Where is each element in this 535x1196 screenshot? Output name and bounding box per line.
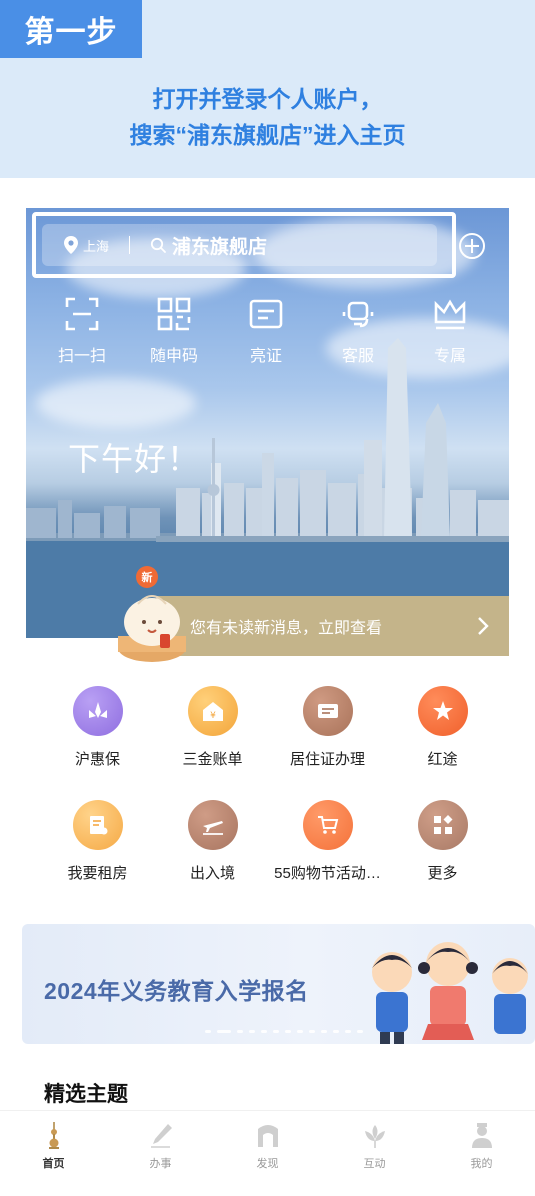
page-dot	[357, 1030, 363, 1033]
tab-home[interactable]: 首页	[0, 1111, 107, 1196]
quick-action-exclusive[interactable]: 专属	[404, 296, 496, 366]
rent-house-icon	[72, 800, 123, 850]
page-dot	[309, 1030, 315, 1033]
pen-icon	[150, 1124, 172, 1148]
page-dot	[261, 1030, 267, 1033]
plane-icon	[187, 800, 238, 850]
instruction-header: 第一步 打开并登录个人账户， 搜索“浦东旗舰店”进入主页	[0, 0, 535, 178]
quick-action-label: 亮证	[249, 348, 282, 365]
tab-label: 互动	[363, 1158, 386, 1170]
page-dot	[345, 1030, 351, 1033]
qr-code-icon	[157, 297, 191, 331]
tab-label: 首页	[42, 1158, 65, 1170]
page-dot	[285, 1030, 291, 1033]
lotus-icon	[72, 686, 123, 736]
service-grid-row-1: 沪惠保 ¥ 三金账单 居住证办理 红途	[40, 686, 500, 769]
enrollment-banner[interactable]: 2024年义务教育入学报名	[22, 924, 535, 1044]
home-tower-icon	[48, 1122, 59, 1149]
tab-label: 我的	[470, 1158, 493, 1170]
notification-bar[interactable]: 您有未读新消息，立即查看	[156, 596, 509, 656]
cart-icon	[302, 800, 353, 850]
service-label: 红途	[427, 751, 458, 768]
search-query-text[interactable]: 浦东旗舰店	[172, 232, 267, 259]
quick-action-scan[interactable]: 扫一扫	[36, 296, 128, 366]
page-dot	[249, 1030, 255, 1033]
gate-icon	[257, 1125, 278, 1147]
quick-action-service[interactable]: 客服	[312, 296, 404, 366]
crown-icon	[434, 299, 466, 330]
tab-mine[interactable]: 我的	[428, 1111, 535, 1196]
quick-action-label: 随申码	[149, 348, 198, 365]
step-label: 第一步	[0, 0, 142, 58]
id-card-icon	[249, 299, 283, 329]
banner-pagination	[205, 1030, 363, 1033]
quick-action-id[interactable]: 亮证	[220, 296, 312, 366]
instruction-line-1: 打开并登录个人账户，	[152, 86, 383, 112]
quick-action-label: 扫一扫	[57, 348, 106, 365]
search-bar[interactable]: 上海 浦东旗舰店	[42, 224, 437, 266]
page-dot	[205, 1030, 211, 1033]
service-hongtu[interactable]: 红途	[385, 686, 500, 769]
page-dot	[273, 1030, 279, 1033]
tab-services[interactable]: 办事	[107, 1111, 214, 1196]
page-dot	[237, 1030, 243, 1033]
search-divider	[129, 236, 131, 254]
greeting-text: 下午好！	[68, 441, 201, 477]
person-icon	[471, 1123, 492, 1148]
quick-action-label: 专属	[433, 348, 466, 365]
chevron-right-icon	[478, 617, 489, 635]
svg-text:¥: ¥	[210, 711, 216, 721]
service-55-shopping[interactable]: 55购物节活动…	[270, 800, 385, 883]
page-dot	[297, 1030, 303, 1033]
page-dot	[333, 1030, 339, 1033]
tab-label: 办事	[149, 1158, 172, 1170]
service-sanjin-bill[interactable]: ¥ 三金账单	[155, 686, 270, 769]
featured-topics-title: 精选主题	[44, 1083, 128, 1106]
quick-action-qrcode[interactable]: 随申码	[128, 296, 220, 366]
search-icon	[150, 237, 166, 253]
tab-discover[interactable]: 发现	[214, 1111, 321, 1196]
page-dot-active	[217, 1030, 231, 1033]
notification-text: 您有未读新消息，立即查看	[190, 620, 383, 637]
service-label: 更多	[427, 865, 458, 882]
instruction-line-2: 搜索“浦东旗舰店”进入主页	[129, 122, 406, 148]
star-flag-icon	[417, 686, 468, 736]
flower-icon	[364, 1125, 385, 1148]
page-dot	[321, 1030, 327, 1033]
tab-label: 发现	[256, 1158, 279, 1170]
residence-card-icon	[302, 686, 353, 736]
children-illustration	[372, 942, 528, 1044]
banner-title: 2024年义务教育入学报名	[44, 978, 309, 1004]
service-label: 三金账单	[182, 751, 243, 768]
service-more[interactable]: 更多	[385, 800, 500, 883]
service-huhuibao[interactable]: 沪惠保	[40, 686, 155, 769]
service-label: 沪惠保	[74, 751, 120, 768]
add-plus-icon[interactable]	[458, 232, 486, 260]
service-label: 我要租房	[67, 865, 128, 882]
service-label: 出入境	[189, 865, 235, 882]
new-badge: 新	[136, 566, 158, 588]
service-label: 居住证办理	[289, 751, 365, 768]
scan-icon	[65, 297, 99, 331]
grid-more-icon	[417, 800, 468, 850]
location-pin-icon	[64, 236, 78, 254]
service-label: 55购物节活动…	[274, 865, 381, 882]
bottom-tab-bar: 首页 办事 发现 互动 我的	[0, 1110, 535, 1196]
yuan-house-icon: ¥	[187, 686, 238, 736]
quick-actions: 扫一扫 随申码 亮证 客服 专属	[36, 296, 496, 366]
service-residence-permit[interactable]: 居住证办理	[270, 686, 385, 769]
location-label[interactable]: 上海	[83, 236, 109, 255]
service-grid-row-2: 我要租房 出入境 55购物节活动… 更多	[40, 800, 500, 883]
headset-icon	[342, 301, 374, 328]
service-rent-house[interactable]: 我要租房	[40, 800, 155, 883]
service-immigration[interactable]: 出入境	[155, 800, 270, 883]
tab-interact[interactable]: 互动	[321, 1111, 428, 1196]
quick-action-label: 客服	[341, 348, 374, 365]
